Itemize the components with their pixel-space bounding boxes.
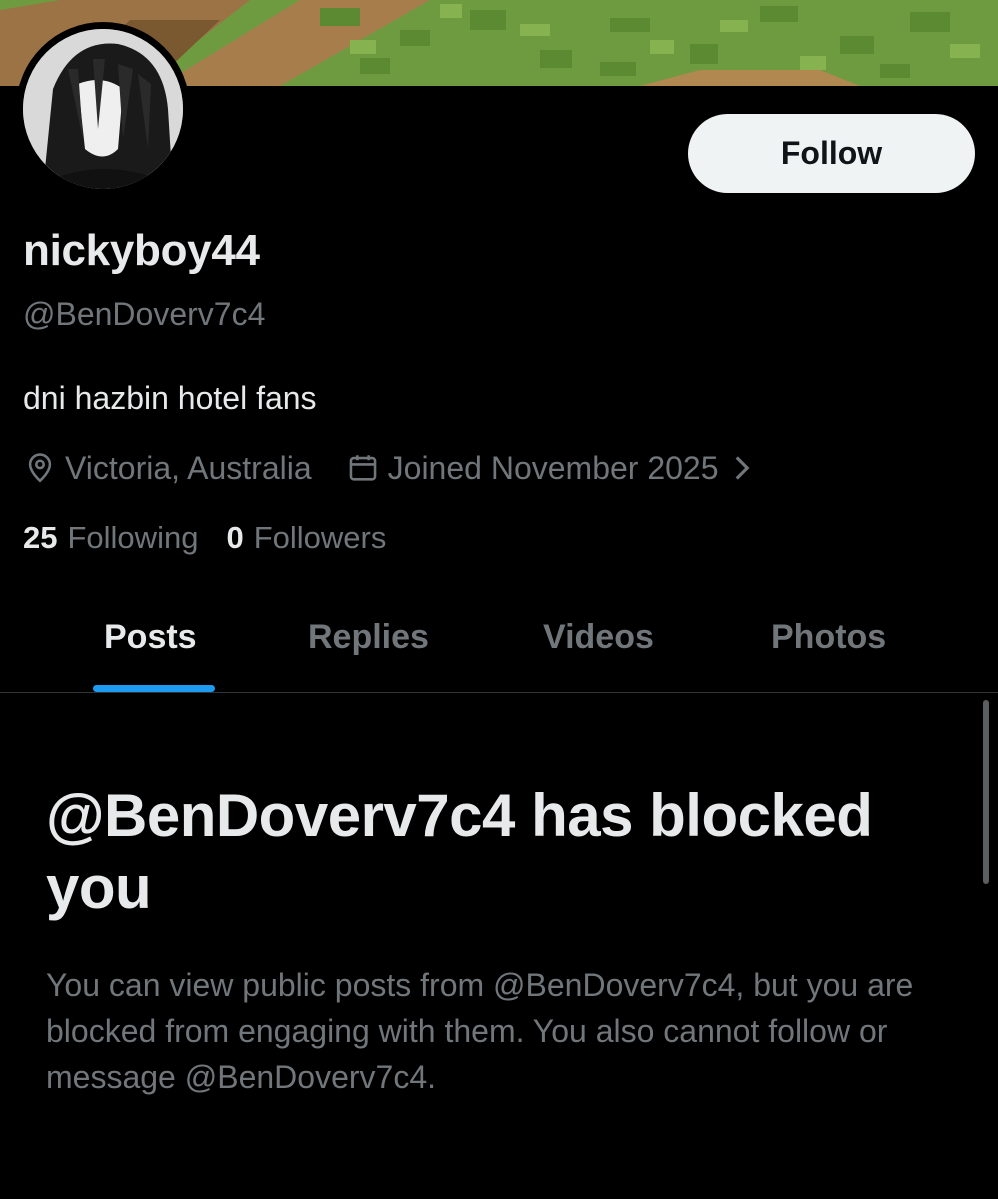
tab-photos[interactable]: Photos	[771, 618, 886, 657]
avatar-image	[23, 29, 183, 189]
joined-date[interactable]: Joined November 2025	[388, 450, 719, 487]
bio: dni hazbin hotel fans	[23, 380, 317, 416]
blocked-description: You can view public posts from @BenDover…	[46, 967, 914, 1095]
followers-label: Followers	[253, 520, 387, 555]
avatar[interactable]	[16, 22, 190, 196]
following-count: 25	[23, 520, 58, 555]
following-label: Following	[67, 520, 199, 555]
chevron-right-icon[interactable]	[731, 454, 753, 482]
followers-count: 0	[226, 520, 244, 555]
profile-meta: Victoria, Australia Joined November 2025	[23, 448, 753, 488]
user-handle: @BenDoverv7c4	[23, 296, 266, 332]
follow-button[interactable]: Follow	[688, 114, 975, 193]
blocked-title: @BenDoverv7c4 has blocked you	[46, 782, 873, 921]
active-tab-indicator	[93, 685, 215, 692]
tab-posts[interactable]: Posts	[104, 618, 197, 657]
profile-tabs: Posts Replies Videos Photos	[0, 600, 998, 693]
map-pin-icon	[23, 451, 57, 485]
scrollbar[interactable]	[983, 700, 989, 884]
following-link[interactable]: 25 Following	[23, 520, 198, 556]
location-text: Victoria, Australia	[65, 449, 312, 486]
tab-videos[interactable]: Videos	[543, 618, 654, 657]
tab-replies[interactable]: Replies	[308, 618, 429, 657]
followers-link[interactable]: 0 Followers	[226, 520, 386, 556]
display-name: nickyboy44	[23, 226, 260, 275]
calendar-icon	[346, 451, 380, 485]
follow-stats: 25 Following 0 Followers	[23, 520, 386, 556]
